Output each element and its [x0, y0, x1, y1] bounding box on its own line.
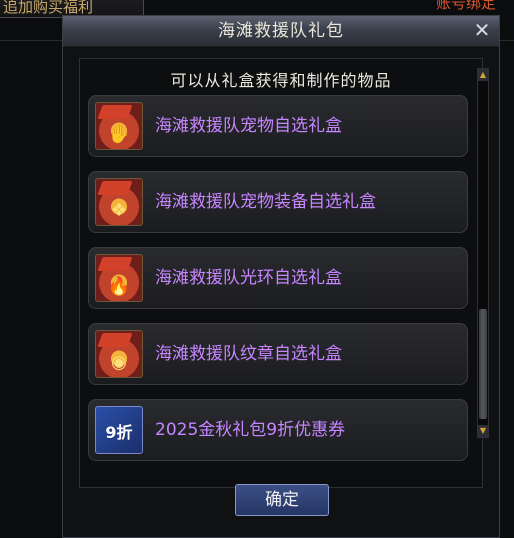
item-name: 海滩救援队宠物自选礼盒 — [155, 116, 342, 136]
background-tab-right[interactable]: 账号绑定 — [436, 0, 496, 10]
discount-voucher-icon: 9折 — [95, 406, 143, 454]
item-name: 海滩救援队宠物装备自选礼盒 — [155, 192, 376, 212]
pet-gift-box-icon: ✋ — [95, 102, 143, 150]
list-item[interactable]: ✋ 海滩救援队宠物自选礼盒 — [88, 95, 468, 157]
pet-equipment-gift-box-icon: ❖ — [95, 178, 143, 226]
item-name: 海滩救援队光环自选礼盒 — [155, 268, 342, 288]
scroll-down-icon[interactable]: ▼ — [478, 425, 488, 437]
divider — [0, 40, 62, 41]
gift-box-window: 海滩救援队礼包 ✕ 可以从礼盒获得和制作的物品 ✋ 海滩救援队宠物自选礼盒 ❖ … — [62, 15, 500, 538]
close-icon[interactable]: ✕ — [471, 19, 493, 41]
scrollbar[interactable]: ▲ ▼ — [477, 68, 489, 438]
item-list-panel: 可以从礼盒获得和制作的物品 ✋ 海滩救援队宠物自选礼盒 ❖ 海滩救援队宠物装备自… — [79, 58, 483, 488]
list-item[interactable]: 9折 2025金秋礼包9折优惠券 — [88, 399, 468, 461]
item-name: 海滩救援队纹章自选礼盒 — [155, 344, 342, 364]
item-name: 2025金秋礼包9折优惠券 — [155, 420, 346, 440]
list-item[interactable]: 🔥 海滩救援队光环自选礼盒 — [88, 247, 468, 309]
divider — [498, 40, 514, 41]
list-item[interactable]: ◉ 海滩救援队纹章自选礼盒 — [88, 323, 468, 385]
scrollbar-thumb[interactable] — [479, 309, 487, 419]
list-subtitle: 可以从礼盒获得和制作的物品 — [170, 71, 392, 90]
aura-gift-box-icon: 🔥 — [95, 254, 143, 302]
emblem-gift-box-icon: ◉ — [95, 330, 143, 378]
confirm-button[interactable]: 确定 — [235, 484, 329, 516]
title-bar[interactable]: 海滩救援队礼包 ✕ — [63, 16, 499, 47]
scroll-up-icon[interactable]: ▲ — [478, 69, 488, 81]
list-item[interactable]: ❖ 海滩救援队宠物装备自选礼盒 — [88, 171, 468, 233]
window-title: 海滩救援队礼包 — [218, 21, 344, 41]
